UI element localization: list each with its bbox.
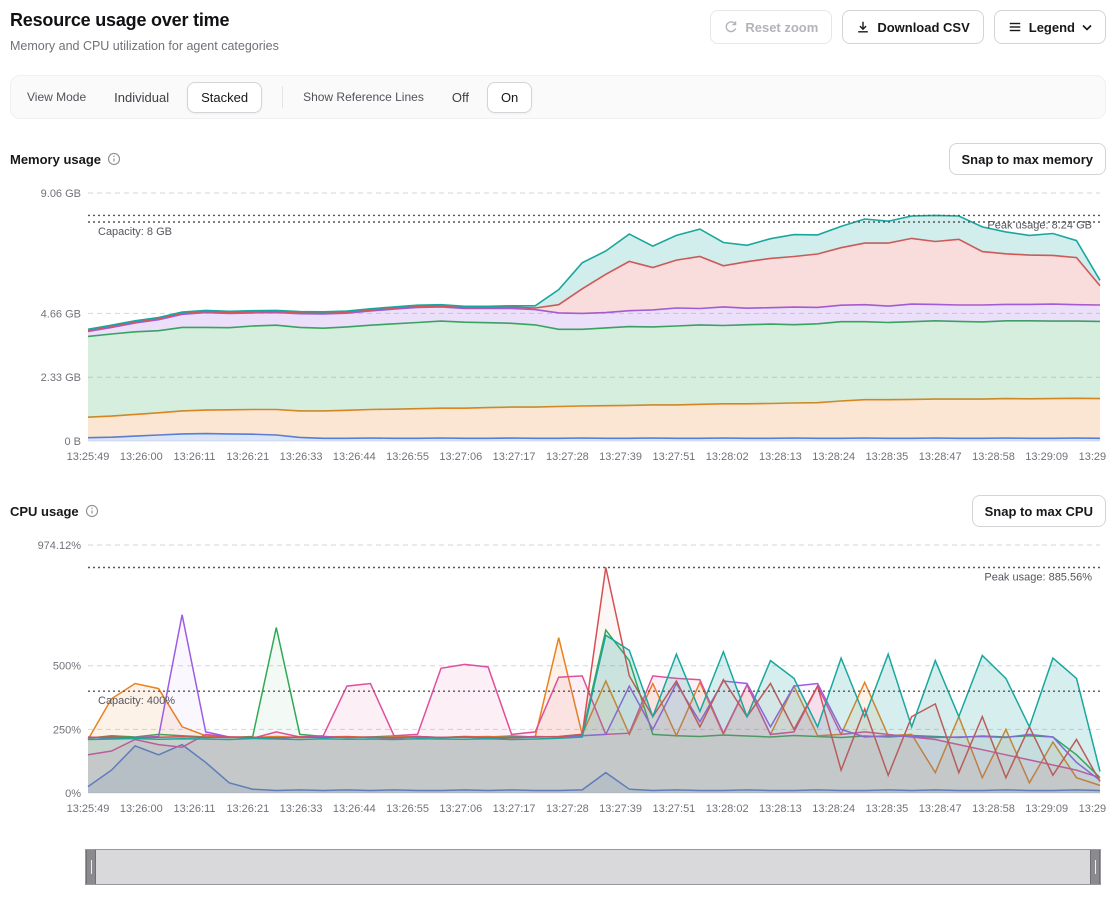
y-axis-tick-label: 974.12% (38, 540, 82, 552)
cpu-section-header: CPU usage Snap to max CPU (10, 495, 1106, 527)
x-axis-tick-label: 13:28:35 (865, 803, 908, 815)
reference-line-label-capacity: Capacity: 400% (98, 695, 175, 707)
x-axis-tick-label: 13:29:24 (1079, 451, 1106, 463)
reference-line-label-capacity: Capacity: 8 GB (98, 226, 172, 238)
x-axis-tick-label: 13:28:02 (706, 451, 749, 463)
x-axis-tick-label: 13:27:28 (546, 803, 589, 815)
y-axis-tick-label: 0 B (64, 436, 81, 448)
info-icon[interactable] (85, 504, 99, 518)
x-axis-tick-label: 13:27:06 (439, 803, 482, 815)
resource-dashboard: Resource usage over time Memory and CPU … (0, 0, 1116, 905)
snap-to-max-memory-button[interactable]: Snap to max memory (949, 143, 1107, 175)
reference-lines-off-button[interactable]: Off (438, 82, 483, 113)
x-axis-tick-label: 13:26:00 (120, 451, 163, 463)
y-axis-tick-label: 9.06 GB (41, 188, 81, 200)
x-axis-tick-label: 13:28:58 (972, 451, 1015, 463)
snap-to-max-cpu-button[interactable]: Snap to max CPU (972, 495, 1106, 527)
x-axis-tick-label: 13:28:58 (972, 803, 1015, 815)
memory-usage-section: Memory usage Snap to max memory 0 B 2.33 … (10, 143, 1106, 471)
view-mode-stacked-button[interactable]: Stacked (187, 82, 262, 113)
view-mode-label: View Mode (27, 90, 86, 104)
x-axis-tick-label: 13:26:11 (173, 451, 215, 463)
cpu-section-title: CPU usage (10, 504, 79, 519)
x-axis-tick-label: 13:26:21 (226, 803, 269, 815)
chart-controls-toolbar: View Mode Individual Stacked Show Refere… (10, 75, 1106, 119)
download-icon (856, 20, 870, 34)
x-axis-tick-label: 13:28:47 (919, 803, 962, 815)
x-axis-tick-label: 13:26:55 (386, 803, 429, 815)
download-csv-button[interactable]: Download CSV (842, 10, 983, 44)
x-axis-tick-label: 13:26:44 (333, 803, 376, 815)
y-axis-tick-label: 500% (53, 661, 81, 673)
y-axis-tick-label: 4.66 GB (41, 308, 81, 320)
x-axis-tick-label: 13:29:09 (1025, 451, 1068, 463)
reset-zoom-icon (724, 20, 738, 34)
brush-handle-right[interactable] (1090, 850, 1100, 884)
cpu-usage-section: CPU usage Snap to max CPU 0% 250% 500% 974.… (10, 495, 1106, 823)
cpu-usage-chart[interactable]: 0% 250% 500% 974.12% 13:25:49 13:26:00 13:26:1… (10, 531, 1106, 823)
view-mode-individual-button[interactable]: Individual (100, 82, 183, 113)
x-axis-tick-label: 13:26:33 (280, 803, 323, 815)
y-axis-tick-label: 2.33 GB (41, 372, 81, 384)
x-axis-tick-label: 13:25:49 (67, 803, 110, 815)
reset-zoom-button[interactable]: Reset zoom (710, 10, 832, 44)
x-axis-tick-label: 13:28:24 (812, 803, 855, 815)
x-axis-tick-label: 13:26:11 (173, 803, 215, 815)
x-axis-tick-label: 13:27:17 (493, 451, 536, 463)
memory-section-title-group: Memory usage (10, 152, 121, 167)
legend-label: Legend (1029, 20, 1075, 35)
x-axis-tick-label: 13:28:24 (812, 451, 855, 463)
x-axis-tick-label: 13:27:39 (599, 803, 642, 815)
x-axis-tick-label: 13:28:02 (706, 803, 749, 815)
time-range-brush[interactable] (85, 849, 1101, 885)
x-axis-tick-label: 13:26:44 (333, 451, 376, 463)
x-axis-tick-label: 13:29:09 (1025, 803, 1068, 815)
memory-usage-chart[interactable]: 0 B 2.33 GB 4.66 GB 9.06 GB 13:25:49 13:26:00… (10, 179, 1106, 471)
x-axis-tick-label: 13:25:49 (67, 451, 110, 463)
reference-lines-on-button[interactable]: On (487, 82, 532, 113)
page-title: Resource usage over time (10, 10, 279, 31)
x-axis-tick-label: 13:26:33 (280, 451, 323, 463)
x-axis-tick-label: 13:27:51 (652, 451, 695, 463)
y-axis-tick-label: 0% (65, 788, 81, 800)
page-heading-group: Resource usage over time Memory and CPU … (10, 10, 279, 53)
page-subtitle: Memory and CPU utilization for agent cat… (10, 39, 279, 53)
memory-section-title: Memory usage (10, 152, 101, 167)
x-axis-tick-label: 13:27:06 (439, 451, 482, 463)
brush-handle-left[interactable] (86, 850, 96, 884)
x-axis-tick-label: 13:28:47 (919, 451, 962, 463)
info-icon[interactable] (107, 152, 121, 166)
cpu-section-title-group: CPU usage (10, 504, 99, 519)
x-axis-tick-label: 13:28:35 (865, 451, 908, 463)
x-axis-tick-label: 13:26:55 (386, 451, 429, 463)
reset-zoom-label: Reset zoom (745, 20, 818, 35)
header-actions: Reset zoom Download CSV Legend (710, 10, 1106, 44)
x-axis-tick-label: 13:26:00 (120, 803, 163, 815)
reference-line-label-peak: Peak usage: 885.56% (984, 572, 1092, 584)
toolbar-divider (282, 86, 283, 108)
memory-section-header: Memory usage Snap to max memory (10, 143, 1106, 175)
x-axis-tick-label: 13:28:13 (759, 803, 802, 815)
x-axis-tick-label: 13:27:28 (546, 451, 589, 463)
chevron-down-icon (1082, 24, 1092, 31)
x-axis-tick-label: 13:28:13 (759, 451, 802, 463)
x-axis-tick-label: 13:29:24 (1079, 803, 1106, 815)
reference-line-label-peak: Peak usage: 8.24 GB (987, 219, 1092, 231)
legend-list-icon (1008, 20, 1022, 34)
x-axis-tick-label: 13:27:39 (599, 451, 642, 463)
legend-button[interactable]: Legend (994, 10, 1106, 44)
download-csv-label: Download CSV (877, 20, 969, 35)
show-reference-lines-label: Show Reference Lines (303, 90, 424, 104)
x-axis-tick-label: 13:27:17 (493, 803, 536, 815)
x-axis-tick-label: 13:26:21 (226, 451, 269, 463)
page-header: Resource usage over time Memory and CPU … (10, 10, 1106, 53)
x-axis-tick-label: 13:27:51 (652, 803, 695, 815)
y-axis-tick-label: 250% (53, 724, 81, 736)
